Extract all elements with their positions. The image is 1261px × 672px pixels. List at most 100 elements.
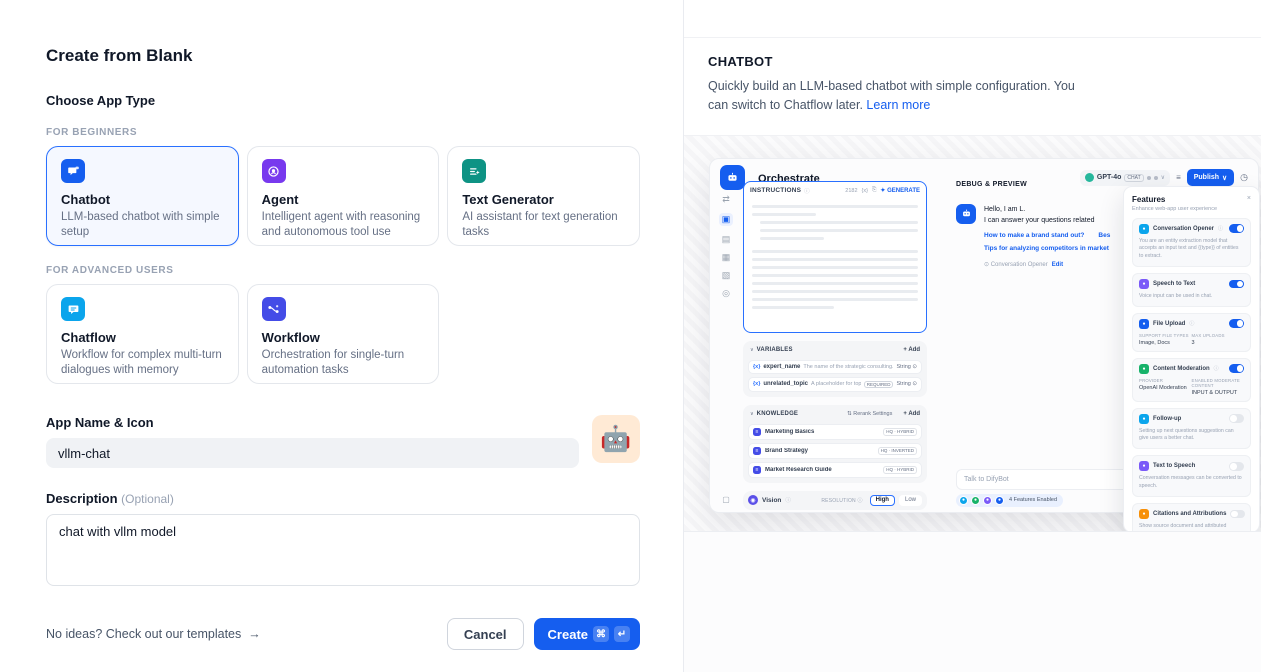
feature-speech-to-text: ● Speech to Text Voice input can be used… [1132, 273, 1251, 307]
sparkle-icon: ✦ [880, 188, 885, 194]
toggle-off [1229, 462, 1244, 471]
info-icon: ⓘ [1189, 320, 1194, 327]
card-desc: Intelligent agent with reasoning and aut… [262, 210, 425, 240]
right-panel-spacer [684, 532, 1261, 672]
bot-app-icon [720, 165, 745, 190]
beginner-cards-row: Chatbot LLM-based chatbot with simple se… [46, 146, 640, 246]
variable-row: {x} expert_name The name of the strategi… [748, 360, 922, 374]
edit-link: Edit [1052, 262, 1063, 268]
advanced-cards-row: Chatflow Workflow for complex multi-turn… [46, 284, 640, 384]
toggle-off [1229, 414, 1244, 423]
variable-row: {x} unrelated_topic A placeholder for to… [748, 377, 922, 392]
retrieval-badge: HQ · INVERTED [878, 447, 917, 455]
variables-panel: ∨ VARIABLES + Add {x} expert_name The na… [743, 341, 927, 397]
card-workflow[interactable]: Workflow Orchestration for single-turn a… [247, 284, 440, 384]
conversation-opener-note: ⊙ Conversation OpenerEdit [984, 261, 1110, 268]
card-title: Workflow [262, 330, 425, 345]
orchestrate-left-column: INSTRUCTIONS ⓘ 2182 {x} ⎘ ✦ GENERATE [743, 181, 927, 510]
card-agent[interactable]: Agent Intelligent agent with reasoning a… [247, 146, 440, 246]
dataset-icon: ≡ [753, 447, 761, 455]
variable-icon: {x} [862, 188, 868, 194]
info-icon: ⓘ [1218, 225, 1223, 232]
chevron-down-icon: ∨ [750, 347, 754, 353]
preview-top-strip [684, 0, 1261, 38]
history-icon: ◷ [1240, 172, 1248, 183]
info-icon: ⓘ [804, 187, 810, 195]
chatbot-icon [61, 159, 85, 183]
collapse-icon: ▢ [710, 495, 742, 504]
add-variable-button: + Add [903, 347, 920, 353]
rerank-icon: ⇅ [847, 411, 852, 417]
retrieval-badge: HQ · HYBRID [883, 428, 917, 436]
copy-icon: ⎘ [872, 187, 876, 194]
card-chatbot[interactable]: Chatbot LLM-based chatbot with simple se… [46, 146, 239, 246]
robot-emoji-icon: 🤖 [600, 425, 631, 454]
card-desc: LLM-based chatbot with simple setup [61, 210, 224, 240]
chevron-down-icon: ∨ [1161, 174, 1165, 181]
instructions-panel: INSTRUCTIONS ⓘ 2182 {x} ⎘ ✦ GENERATE [743, 181, 927, 333]
feature-content-moderation: ● Content Moderation ⓘ PROVIDEROpenAI Mo… [1132, 358, 1251, 402]
feature-citations: ● Citations and Attributions Show source… [1132, 503, 1251, 532]
token-count: 2182 [845, 188, 857, 194]
app-name-field: App Name & Icon 🤖 [46, 415, 640, 468]
shield-icon: ● [1139, 364, 1149, 374]
knowledge-panel: ∨ KNOWLEDGE ⇅ Rerank Settings + Add ≡ Ma… [743, 405, 927, 483]
app-type-heading: CHATBOT [708, 54, 1237, 69]
dataset-icon: ≡ [753, 428, 761, 436]
resolution-low-button: Low [899, 495, 922, 506]
speech-feature-icon: ● [983, 496, 992, 505]
citation-icon: ● [1139, 509, 1149, 519]
chatflow-icon [61, 297, 85, 321]
suggested-question: Tips for analyzing competitors in market [984, 245, 1110, 252]
description-textarea[interactable]: chat with vllm model [46, 514, 640, 586]
chat-bubble-icon: ● [1139, 224, 1149, 234]
card-title: Chatbot [61, 192, 224, 207]
choose-app-type-label: Choose App Type [46, 93, 640, 108]
preview-sidebar-rail: ⇄ ▣ ▤ ▦ ▧ ◎ ▢ [710, 191, 742, 512]
description-field: Description (Optional) chat with vllm mo… [46, 491, 640, 591]
app-icon-picker[interactable]: 🤖 [592, 415, 640, 463]
info-icon: ⓘ [785, 496, 791, 504]
app-type-description: Quickly build an LLM-based chatbot with … [708, 77, 1098, 115]
instructions-skeleton-text [744, 205, 926, 309]
close-icon: × [1247, 195, 1251, 202]
dialog-footer: No ideas? Check out our templates → Canc… [46, 618, 640, 650]
app-name-input[interactable] [46, 438, 579, 468]
orchestrate-icon: ▣ [719, 213, 734, 226]
card-text-generator[interactable]: Text Generator AI assistant for text gen… [447, 146, 640, 246]
notes-icon: ▧ [722, 271, 731, 280]
tune-icon: ≡ [1176, 173, 1181, 182]
create-form-panel: Create from Blank Choose App Type FOR BE… [0, 0, 683, 672]
bot-avatar [956, 204, 976, 224]
vision-setting-row: ◉ Vision ⓘ RESOLUTION ⓘ High Low [743, 491, 927, 510]
for-beginners-label: FOR BEGINNERS [46, 127, 640, 138]
knowledge-row: ≡ Market Research Guide HQ · HYBRID [748, 462, 922, 478]
create-app-dialog: Create from Blank Choose App Type FOR BE… [0, 0, 1261, 672]
swap-icon: ⇄ [722, 195, 730, 204]
feature-follow-up: ● Follow-up Setting up next questions su… [1132, 408, 1251, 450]
generate-button: ✦ GENERATE [880, 187, 920, 194]
create-button[interactable]: Create ⌘ ↵ [534, 618, 640, 650]
templates-link[interactable]: No ideas? Check out our templates → [46, 627, 261, 641]
page-title: Create from Blank [46, 46, 640, 66]
chevron-down-icon: ∨ [750, 411, 754, 417]
rerank-settings-button: ⇅ Rerank Settings [847, 411, 892, 417]
card-title: Text Generator [462, 192, 625, 207]
learn-more-link[interactable]: Learn more [866, 98, 930, 112]
app-name-label: App Name & Icon [46, 415, 579, 430]
workflow-icon [262, 297, 286, 321]
features-panel: Features × Enhance web-app user experien… [1123, 186, 1260, 532]
agent-icon [262, 159, 286, 183]
info-icon: ⓘ [1214, 365, 1219, 372]
chat-bubble-icon: ● [1139, 414, 1149, 424]
folder-icon: ● [1139, 319, 1149, 329]
publish-button: Publish∨ [1187, 169, 1234, 186]
opener-feature-icon: ● [959, 496, 968, 505]
opener-icon: ⊙ [984, 262, 989, 268]
card-chatflow[interactable]: Chatflow Workflow for complex multi-turn… [46, 284, 239, 384]
cancel-button[interactable]: Cancel [447, 618, 524, 650]
document-icon: ▦ [722, 253, 731, 262]
globe-icon: ◎ [722, 289, 730, 298]
knowledge-row: ≡ Brand Strategy HQ · INVERTED [748, 443, 922, 459]
chat-input: Talk to DifyBot [956, 469, 1132, 490]
